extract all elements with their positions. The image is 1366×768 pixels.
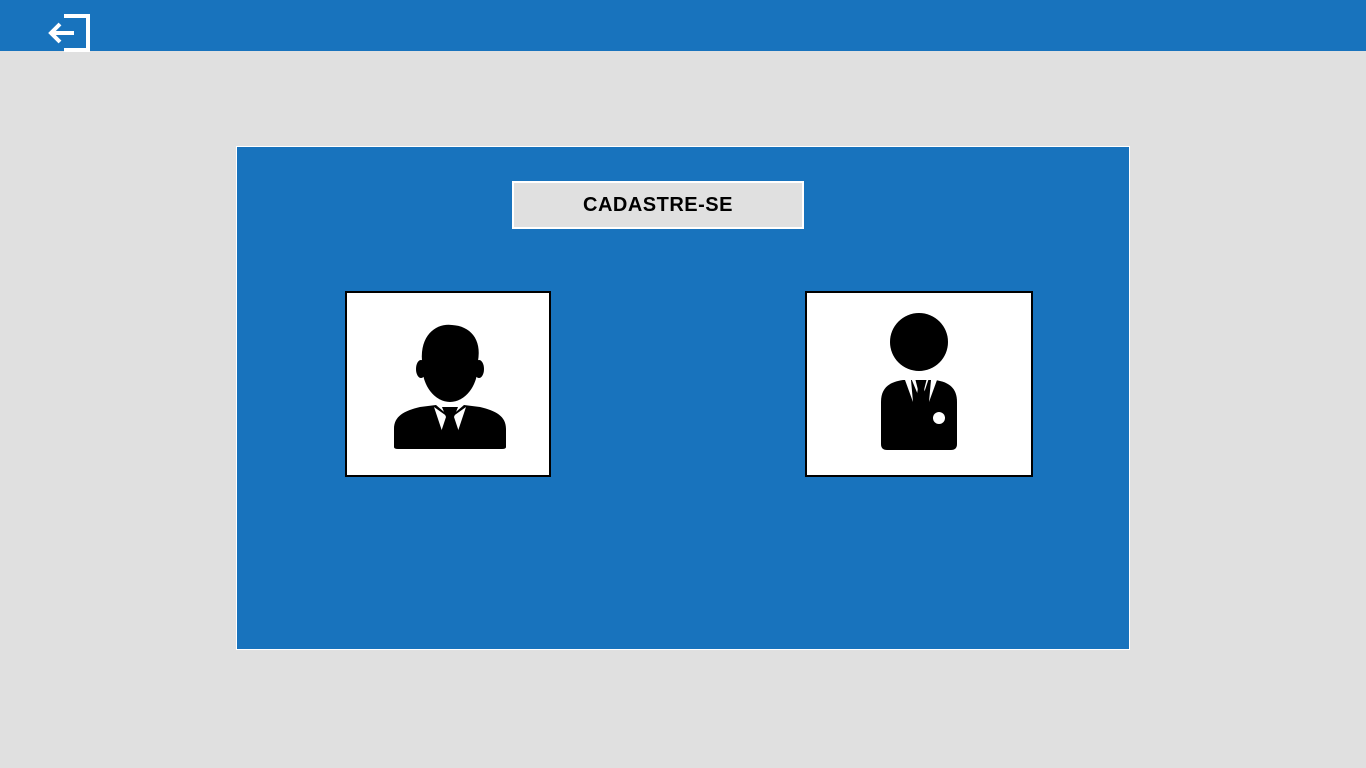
- exit-button[interactable]: [46, 13, 92, 53]
- exit-icon: [48, 14, 90, 52]
- register-option-employee[interactable]: [805, 291, 1033, 477]
- employee-badge-icon: [881, 313, 957, 450]
- page-title: CADASTRE-SE: [512, 181, 804, 229]
- registration-panel: CADASTRE-SE: [236, 146, 1130, 650]
- businessman-icon: [394, 324, 506, 449]
- top-bar: [0, 0, 1366, 53]
- register-option-client[interactable]: [345, 291, 551, 477]
